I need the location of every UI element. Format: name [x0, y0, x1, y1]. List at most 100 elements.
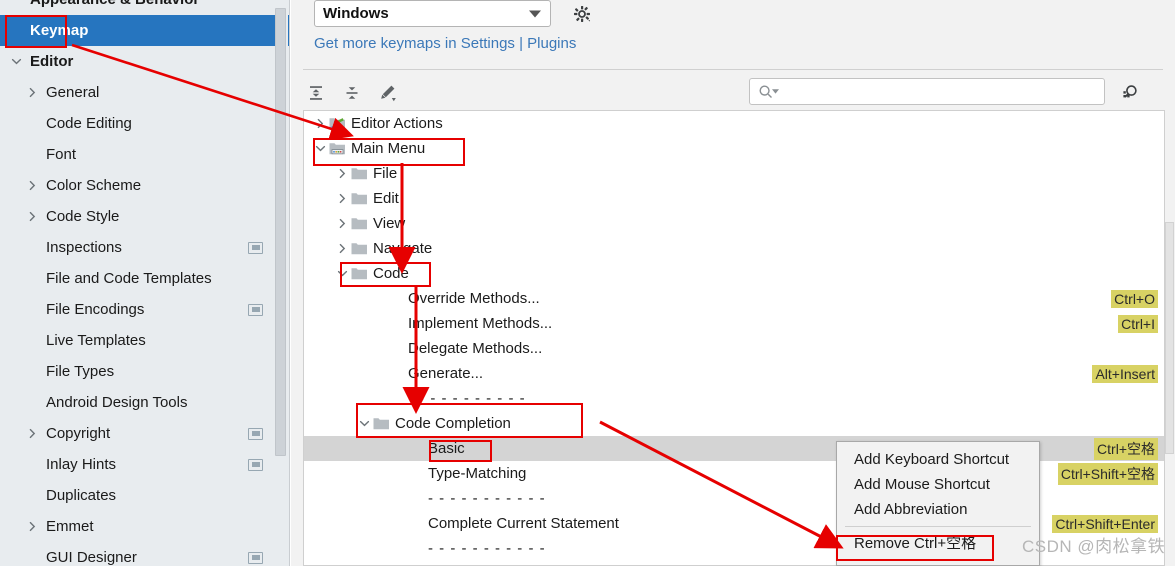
tree-row-generate[interactable]: Generate...Alt+Insert — [304, 361, 1164, 386]
sidebar-item-label: Emmet — [40, 518, 94, 535]
sidebar-item-android-design-tools[interactable]: Android Design Tools — [0, 387, 289, 418]
sidebar-item-duplicates[interactable]: Duplicates — [0, 480, 289, 511]
chevron-right-icon[interactable] — [24, 521, 40, 532]
chevron-down-icon[interactable] — [334, 268, 350, 279]
sidebar-item-code-editing[interactable]: Code Editing — [0, 108, 289, 139]
sidebar-item-label: File and Code Templates — [40, 270, 212, 287]
gear-icon[interactable] — [569, 1, 595, 27]
tree-row-file[interactable]: File — [304, 161, 1164, 186]
chevron-right-icon[interactable] — [24, 428, 40, 439]
get-more-keymaps-link[interactable]: Get more keymaps in Settings | Plugins — [314, 35, 576, 52]
sidebar-item-label: Inlay Hints — [40, 456, 116, 473]
shortcut-badge: Ctrl+空格 — [1094, 438, 1158, 460]
chevron-right-icon[interactable] — [334, 218, 350, 229]
tree-row-main-menu[interactable]: Main Menu — [304, 136, 1164, 161]
sidebar-item-color-scheme[interactable]: Color Scheme — [0, 170, 289, 201]
sidebar-item-label: Code Style — [40, 208, 119, 225]
sidebar-item-file-and-code-templates[interactable]: File and Code Templates — [0, 263, 289, 294]
menu-item-add-mouse-shortcut[interactable]: Add Mouse Shortcut — [837, 472, 1039, 497]
tree-row-label: File — [373, 165, 397, 182]
chevron-right-icon[interactable] — [24, 87, 40, 98]
tree-row-label: Implement Methods... — [408, 315, 552, 332]
project-scope-badge-icon — [248, 242, 263, 254]
sidebar-item-general[interactable]: General — [0, 77, 289, 108]
sidebar-item-label: Copyright — [40, 425, 110, 442]
chevron-right-icon[interactable] — [24, 180, 40, 191]
sidebar-item-label: Font — [40, 146, 76, 163]
chevron-down-icon[interactable] — [8, 56, 24, 67]
folder-icon — [350, 241, 368, 256]
tree-row-label: Editor Actions — [351, 115, 443, 132]
settings-window: Appearance & Behavior Keymap EditorGeneral… — [0, 0, 1175, 566]
sidebar-item-emmet[interactable]: Emmet — [0, 511, 289, 542]
sidebar-item-file-types[interactable]: File Types — [0, 356, 289, 387]
menu-item-remove-shortcut[interactable]: Remove Ctrl+空格 — [837, 530, 1039, 555]
chevron-right-icon[interactable] — [334, 243, 350, 254]
sidebar-item-inlay-hints[interactable]: Inlay Hints — [0, 449, 289, 480]
sidebar-item-file-encodings[interactable]: File Encodings — [0, 294, 289, 325]
menu-item-add-abbreviation[interactable]: Add Abbreviation — [837, 497, 1039, 522]
sidebar-list: Appearance & Behavior Keymap EditorGeneral… — [0, 0, 289, 566]
sidebar-item-code-style[interactable]: Code Style — [0, 201, 289, 232]
menu-separator — [845, 526, 1031, 527]
expand-all-icon[interactable] — [303, 80, 329, 106]
sidebar-item-copyright[interactable]: Copyright — [0, 418, 289, 449]
chevron-right-icon[interactable] — [312, 118, 328, 129]
find-shortcut-icon[interactable] — [1117, 80, 1143, 106]
chevron-right-icon[interactable] — [334, 193, 350, 204]
tree-row-label: Delegate Methods... — [408, 340, 542, 357]
search-input[interactable] — [749, 78, 1105, 105]
project-scope-badge-icon — [248, 304, 263, 316]
sidebar-item-font[interactable]: Font — [0, 139, 289, 170]
sidebar-item-keymap[interactable]: Keymap — [0, 15, 289, 46]
keymap-dropdown[interactable]: Windows — [314, 0, 551, 27]
shortcut-context-menu[interactable]: Add Keyboard Shortcut Add Mouse Shortcut… — [836, 441, 1040, 566]
sidebar-scrollbar-track[interactable] — [275, 0, 288, 566]
sidebar-item-inspections[interactable]: Inspections — [0, 232, 289, 263]
tree-scrollbar-thumb[interactable] — [1165, 222, 1174, 454]
folder-icon — [350, 266, 368, 281]
tree-row-edit[interactable]: Edit — [304, 186, 1164, 211]
separator-dashes: - - - - - - - - - - - — [428, 490, 546, 507]
tree-row-label: Main Menu — [351, 140, 425, 157]
tree-row-delegate-methods[interactable]: Delegate Methods... — [304, 336, 1164, 361]
chevron-down-icon — [529, 10, 541, 17]
keymap-dropdown-value: Windows — [323, 5, 389, 22]
chevron-down-icon[interactable] — [356, 418, 372, 429]
tree-row-view[interactable]: View — [304, 211, 1164, 236]
folder-icon — [372, 416, 390, 431]
sidebar-item-label: Inspections — [40, 239, 122, 256]
chevron-right-icon[interactable] — [24, 211, 40, 222]
chevron-down-icon[interactable] — [312, 143, 328, 154]
tree-row-navigate[interactable]: Navigate — [304, 236, 1164, 261]
project-scope-badge-icon — [248, 552, 263, 564]
sidebar-item-label: File Types — [40, 363, 114, 380]
tree-row-label: Complete Current Statement — [428, 515, 619, 532]
tree-row-label: Override Methods... — [408, 290, 540, 307]
menu-item-add-keyboard-shortcut[interactable]: Add Keyboard Shortcut — [837, 447, 1039, 472]
shortcut-badge: Alt+Insert — [1092, 365, 1158, 383]
settings-categories-sidebar[interactable]: Appearance & Behavior Keymap EditorGeneral… — [0, 0, 290, 566]
collapse-all-icon[interactable] — [339, 80, 365, 106]
tree-row-implement-methods[interactable]: Implement Methods...Ctrl+I — [304, 311, 1164, 336]
tree-row-code-completion[interactable]: Code Completion — [304, 411, 1164, 436]
tree-row-label: View — [373, 215, 405, 232]
sidebar-item-gui-designer[interactable]: GUI Designer — [0, 542, 289, 566]
tree-row-code[interactable]: Code — [304, 261, 1164, 286]
sidebar-item-label: Keymap — [24, 22, 88, 39]
divider — [303, 69, 1163, 70]
tree-scrollbar-track[interactable] — [1165, 110, 1175, 566]
keymap-toolbar — [291, 72, 1175, 114]
sidebar-item-label: Code Editing — [40, 115, 132, 132]
chevron-right-icon[interactable] — [334, 168, 350, 179]
tree-row-editor-actions[interactable]: Editor Actions — [304, 111, 1164, 136]
separator-dashes: - - - - - - - - - - - — [408, 390, 526, 407]
sidebar-item-editor[interactable]: Editor — [0, 46, 289, 77]
edit-pencil-icon[interactable] — [375, 80, 401, 106]
tree-row-label: Type-Matching — [428, 465, 526, 482]
tree-row-override-methods[interactable]: Override Methods...Ctrl+O — [304, 286, 1164, 311]
sidebar-scrollbar-thumb[interactable] — [275, 8, 286, 456]
folder-icon — [350, 191, 368, 206]
sidebar-item-live-templates[interactable]: Live Templates — [0, 325, 289, 356]
sidebar-item-appearance-behavior[interactable]: Appearance & Behavior — [0, 0, 289, 15]
